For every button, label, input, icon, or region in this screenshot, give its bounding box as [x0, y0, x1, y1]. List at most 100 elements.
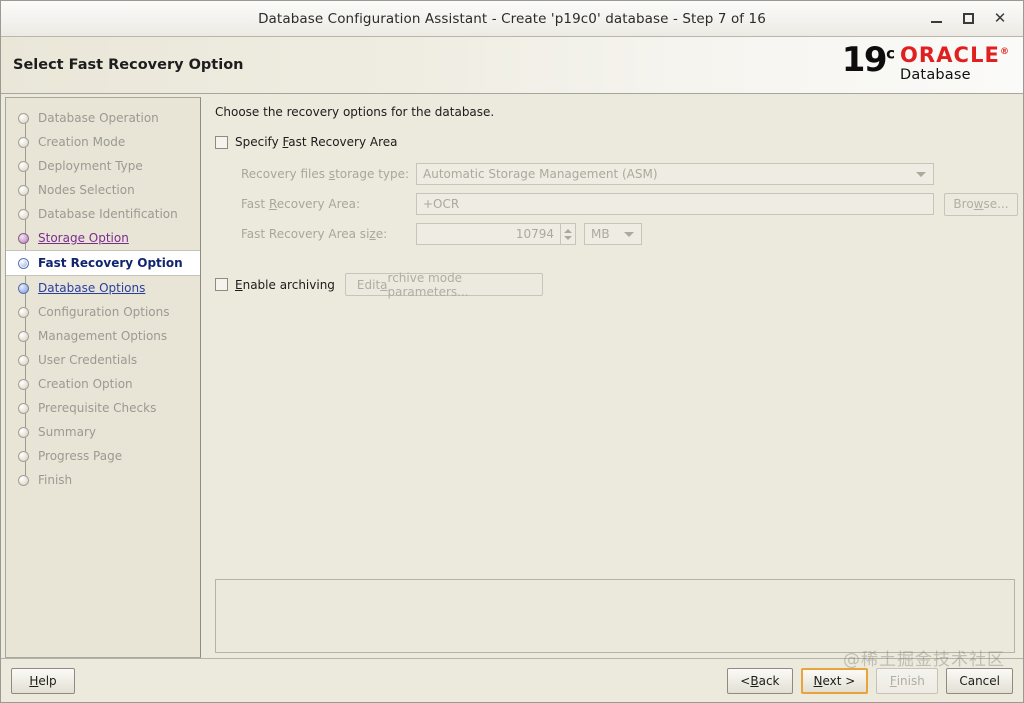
sidebar-item-label: Prerequisite Checks [38, 401, 157, 415]
edit-archive-mode-parameters-button[interactable]: Edit a rchive mode parameters... [344, 270, 543, 299]
sidebar-item-label: Database Operation [38, 111, 159, 125]
chevron-down-icon [916, 171, 926, 177]
fra-size-spinner[interactable]: 10794 [416, 223, 576, 245]
step-dot-icon [18, 112, 29, 124]
step-dot-icon [18, 306, 29, 318]
help-button[interactable]: Help [11, 667, 75, 694]
label-post: ack [758, 673, 780, 688]
sidebar-item-creation-mode: Creation Mode [6, 130, 200, 154]
step-dot-icon [18, 257, 29, 269]
sidebar-item-label: Progress Page [38, 449, 123, 463]
label-mnemonic: E [235, 277, 243, 292]
fra-size-input[interactable]: 10794 [416, 223, 561, 245]
label-post: ext > [822, 673, 856, 688]
fra-size-control: 10794 MB [416, 223, 642, 245]
step-dot-icon [18, 330, 29, 342]
fra-path-value: +OCR [423, 197, 460, 211]
specify-fra-row[interactable]: Specify Fast Recovery Area [215, 135, 1019, 149]
step-dot-icon [18, 474, 29, 486]
message-panel [215, 579, 1015, 653]
sidebar-item-user-credentials: User Credentials [6, 348, 200, 372]
window-title: Database Configuration Assistant - Creat… [258, 10, 766, 27]
sidebar-item-management-options: Management Options [6, 324, 200, 348]
sidebar-item-configuration-options: Configuration Options [6, 300, 200, 324]
fra-size-label: Fast Recovery Area size: [241, 227, 416, 241]
sidebar-item-label: Management Options [38, 329, 168, 343]
label-post: ast Recovery Area [288, 135, 398, 149]
maximize-button[interactable] [953, 6, 983, 32]
enable-archiving-label: Enable archiving [235, 278, 335, 292]
sidebar-item-label: Database Options [38, 281, 146, 295]
spinner-down-icon[interactable] [564, 235, 572, 240]
back-button[interactable]: < Back [727, 667, 793, 694]
logo-version-number: 19 [841, 40, 888, 80]
logo-brand-text: ORACLE [899, 43, 1000, 67]
step-dot-icon [18, 208, 29, 220]
spinner-buttons[interactable] [561, 223, 576, 245]
enable-archiving-row[interactable]: Enable archiving Edit a rchive mode param… [215, 270, 1019, 299]
step-dot-icon [18, 450, 29, 462]
label-mnemonic: B [750, 673, 759, 688]
sidebar-item-label: Configuration Options [38, 305, 170, 319]
cancel-button[interactable]: Cancel [946, 667, 1013, 694]
close-button[interactable]: ✕ [985, 6, 1015, 32]
sidebar-item-storage-option[interactable]: Storage Option [6, 226, 200, 250]
fra-size-row: Fast Recovery Area size: 10794 MB [241, 219, 1019, 249]
footer-bar: @稀土掘金技术社区 Help < Back Next > Finish Canc… [1, 650, 1023, 702]
sidebar-item-label: Creation Option [38, 377, 133, 391]
content-pane: Choose the recovery options for the data… [201, 97, 1019, 658]
sidebar-item-database-options[interactable]: Database Options [6, 276, 200, 300]
step-dot-icon [18, 160, 29, 172]
minimize-icon [930, 21, 942, 23]
label-pre: Specify [235, 135, 283, 149]
logo-brand: ORACLE® [900, 45, 1009, 66]
label-mnemonic: R [268, 197, 277, 211]
fra-size-unit-select[interactable]: MB [584, 223, 642, 245]
enable-archiving-checkbox[interactable] [215, 278, 228, 291]
wizard-sidebar: Database Operation Creation Mode Deploym… [5, 97, 201, 658]
step-dot-icon [18, 354, 29, 366]
label-pre: Fast [241, 197, 269, 211]
label-pre: Recovery files [241, 167, 329, 181]
label-mnemonic: a [380, 277, 388, 292]
fra-path-input[interactable]: +OCR [416, 193, 934, 215]
label-post: e: [375, 227, 388, 241]
dbca-window: Database Configuration Assistant - Creat… [0, 0, 1024, 703]
intro-text: Choose the recovery options for the data… [215, 105, 495, 119]
storage-type-select[interactable]: Automatic Storage Management (ASM) [416, 163, 934, 185]
next-button[interactable]: Next > [800, 667, 869, 694]
label-post: rchive mode parameters... [387, 270, 469, 299]
label-post: nable archiving [242, 277, 335, 292]
label-pre: Cancel [959, 673, 1000, 688]
oracle-logo: 19c ORACLE® Database [842, 43, 1009, 86]
sidebar-item-fast-recovery-option[interactable]: Fast Recovery Option [6, 250, 200, 276]
chevron-down-icon [624, 231, 634, 237]
sidebar-item-progress-page: Progress Page [6, 444, 200, 468]
sidebar-item-label: Storage Option [38, 231, 129, 245]
storage-type-label: Recovery files storage type: [241, 167, 416, 181]
sidebar-item-label: User Credentials [38, 353, 138, 367]
page-header: Select Fast Recovery Option 19c ORACLE® … [1, 37, 1023, 94]
minimize-button[interactable] [921, 6, 951, 32]
label-post: inish [896, 673, 925, 688]
browse-button[interactable]: Bro w se... [944, 192, 1018, 216]
step-dot-icon [18, 184, 29, 196]
fra-size-value: 10794 [515, 227, 554, 241]
sidebar-item-creation-option: Creation Option [6, 372, 200, 396]
sidebar-item-label: Finish [38, 473, 73, 487]
spinner-up-icon[interactable] [564, 228, 572, 233]
step-dot-icon [18, 426, 29, 438]
fra-size-unit-value: MB [591, 227, 610, 241]
sidebar-item-finish: Finish [6, 468, 200, 492]
sidebar-item-database-identification: Database Identification [6, 202, 200, 226]
specify-fra-checkbox[interactable] [215, 135, 228, 149]
logo-version-suffix: c [886, 44, 895, 63]
step-dot-icon [18, 402, 29, 414]
fra-path-label: Fast Recovery Area: [241, 197, 416, 211]
sidebar-item-database-operation: Database Operation [6, 106, 200, 130]
label-mnemonic: w [973, 197, 984, 211]
label-post: torage type: [335, 167, 410, 181]
label-post: elp [38, 673, 57, 688]
label-pre: Bro [953, 197, 974, 211]
step-dot-icon [18, 136, 29, 148]
